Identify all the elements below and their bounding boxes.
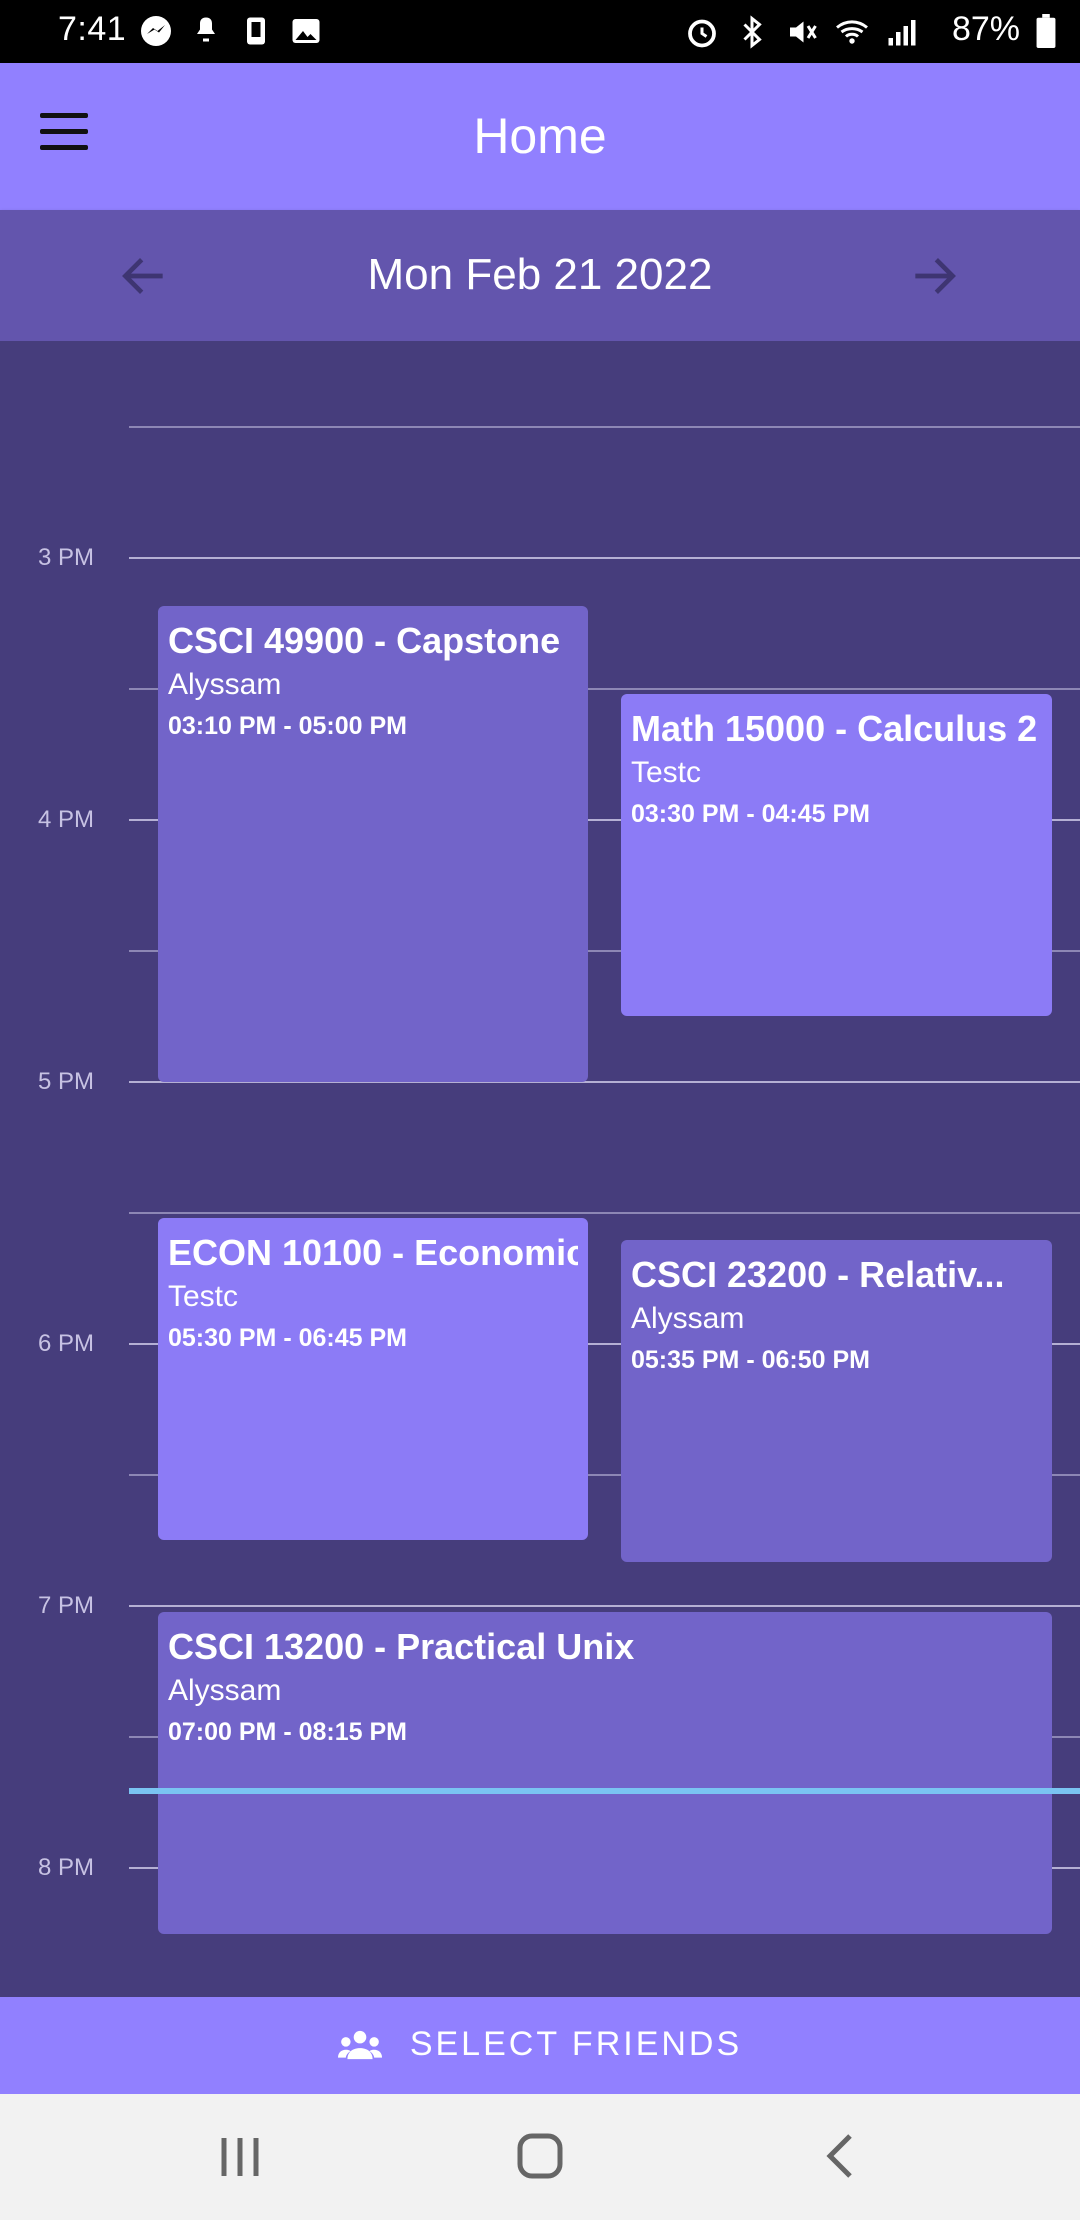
signal-icon — [888, 20, 916, 46]
select-friends-button[interactable]: SELECT FRIENDS — [0, 1997, 1080, 2094]
gallery-icon — [292, 19, 320, 43]
alarm-icon — [688, 19, 716, 48]
recent-apps-icon[interactable] — [210, 2132, 270, 2182]
event-person: Alyssam — [631, 1302, 745, 1335]
status-bar: 7:41 87% — [0, 0, 1080, 63]
event-title: CSCI 23200 - Relativ... — [631, 1254, 1005, 1295]
next-day-arrow-icon[interactable] — [906, 248, 962, 304]
hour-label: 4 PM — [38, 806, 95, 833]
date-navigator: Mon Feb 21 2022 — [0, 210, 1080, 341]
event-card[interactable]: CSCI 13200 - Practical Unix Alyssam 07:0… — [158, 1612, 1052, 1934]
grid-line — [129, 557, 1080, 559]
messenger-icon — [141, 16, 171, 46]
event-card[interactable]: CSCI 23200 - Relativ... Alyssam 05:35 PM… — [621, 1240, 1052, 1562]
event-time: 03:10 PM - 05:00 PM — [168, 712, 407, 740]
back-icon[interactable] — [810, 2132, 870, 2182]
event-title: CSCI 13200 - Practical Unix — [168, 1626, 635, 1667]
event-time: 03:30 PM - 04:45 PM — [631, 800, 870, 828]
app-bar: Home — [0, 63, 1080, 210]
event-time: 05:30 PM - 06:45 PM — [168, 1324, 407, 1352]
event-time: 05:35 PM - 06:50 PM — [631, 1346, 870, 1374]
grid-line — [129, 1605, 1080, 1607]
select-friends-label: SELECT FRIENDS — [409, 2025, 743, 2063]
event-person: Alyssam — [168, 668, 282, 701]
hour-label: 8 PM — [38, 1854, 95, 1881]
event-card[interactable]: ECON 10100 - Economics Testc 05:30 PM - … — [158, 1218, 588, 1540]
group-icon — [337, 2030, 382, 2059]
current-time-indicator — [129, 1788, 1080, 1794]
grid-line — [129, 1212, 1080, 1214]
system-navigation-bar — [0, 2094, 1080, 2220]
wifi-icon — [836, 20, 868, 44]
event-person: Testc — [631, 756, 702, 789]
battery-icon — [1036, 14, 1056, 48]
event-card[interactable]: CSCI 49900 - Capstone Alyssam 03:10 PM -… — [158, 606, 588, 1082]
grid-line — [129, 426, 1080, 428]
event-title: CSCI 49900 - Capstone — [168, 620, 561, 661]
event-time: 07:00 PM - 08:15 PM — [168, 1718, 407, 1746]
phone-icon — [247, 17, 265, 45]
hour-label: 6 PM — [38, 1330, 95, 1357]
event-title: Math 15000 - Calculus 2 — [631, 708, 1038, 749]
event-person: Testc — [168, 1280, 239, 1313]
status-time: 7:41 — [58, 10, 127, 48]
page-title: Home — [473, 108, 607, 164]
event-card[interactable]: Math 15000 - Calculus 2 Testc 03:30 PM -… — [621, 694, 1052, 1016]
hour-label: 3 PM — [38, 544, 95, 571]
notification-icon — [197, 17, 215, 42]
event-title: ECON 10100 - Economics — [168, 1232, 578, 1273]
bluetooth-icon — [743, 15, 762, 49]
battery-percent: 87% — [951, 10, 1020, 48]
hour-label: 7 PM — [38, 1592, 95, 1619]
hour-label: 5 PM — [38, 1068, 95, 1095]
mute-icon — [790, 21, 817, 43]
home-icon[interactable] — [510, 2132, 570, 2182]
event-person: Alyssam — [168, 1674, 282, 1707]
day-schedule[interactable]: 3 PM 4 PM 5 PM 6 PM 7 PM 8 PM CSCI 49900… — [0, 341, 1080, 1997]
